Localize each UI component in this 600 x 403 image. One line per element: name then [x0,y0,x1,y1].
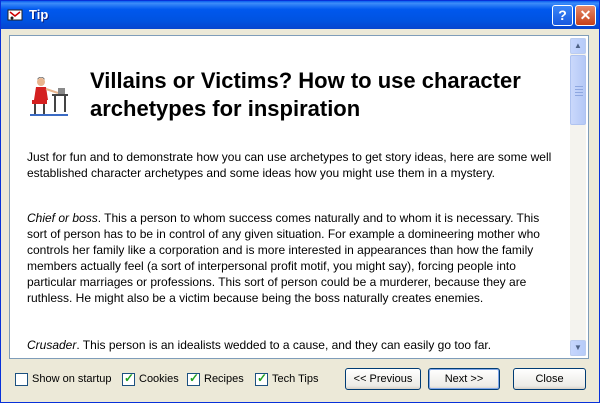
paragraph-text: . This person is an idealists wedded to … [76,338,492,352]
checkbox-box[interactable]: ✓ [122,371,135,386]
checkmark-icon: ✓ [124,371,135,385]
checkmark-icon: ✓ [189,371,200,385]
checkbox-box[interactable]: ✓ [187,371,200,386]
chevron-down-icon: ▼ [574,343,582,352]
grip-line [575,86,583,87]
tip-paragraph-intro: Just for fun and to demonstrate how you … [27,149,555,181]
help-icon: ? [558,7,567,23]
tip-paragraph-chief: Chief or boss. This a person to whom suc… [27,210,555,306]
window-title: Tip [29,7,49,22]
title-bar[interactable]: Tip ? ✕ [1,1,599,29]
tip-heading: Villains or Victims? How to use characte… [90,68,521,121]
grip-line [575,95,583,96]
archetype-name: Chief or boss [27,211,98,225]
tip-paragraph-crusader: Crusader. This person is an idealists we… [27,337,555,353]
chevron-up-icon: ▲ [574,41,582,50]
paragraph-text: Just for fun and to demonstrate how you … [27,150,552,180]
close-button[interactable]: Close [513,368,586,390]
archetype-name: Crusader [27,338,77,352]
next-button[interactable]: Next >> [428,368,500,390]
help-button[interactable]: ? [552,5,573,26]
tip-content-pane[interactable]: Villains or Victims? How to use characte… [9,35,589,359]
checkmark-icon: ✓ [257,371,268,385]
app-icon [7,7,23,23]
close-icon: ✕ [579,7,592,23]
checkbox-label: Tech Tips [272,373,319,385]
checkbox-box[interactable]: ✓ [255,371,268,386]
paragraph-text: . This a person to whom success comes na… [27,211,540,305]
grip-line [575,92,583,93]
scroll-down-button[interactable]: ▼ [570,340,586,356]
close-window-button[interactable]: ✕ [575,5,596,26]
previous-button[interactable]: << Previous [345,368,421,390]
tip-window: Tip ? ✕ Villains or Victims? How to use … [0,0,600,403]
checkbox-box[interactable] [15,373,28,386]
scroll-thumb[interactable] [570,55,586,125]
checkbox-label: Cookies [139,373,179,385]
vertical-scrollbar[interactable]: ▲ ▼ [570,38,586,356]
scroll-up-button[interactable]: ▲ [570,38,586,54]
checkbox-label: Show on startup [32,373,112,385]
checkbox-label: Recipes [204,373,244,385]
tip-text-area: Villains or Victims? How to use characte… [10,36,568,358]
grip-line [575,89,583,90]
woman-at-desk-icon [28,74,70,118]
